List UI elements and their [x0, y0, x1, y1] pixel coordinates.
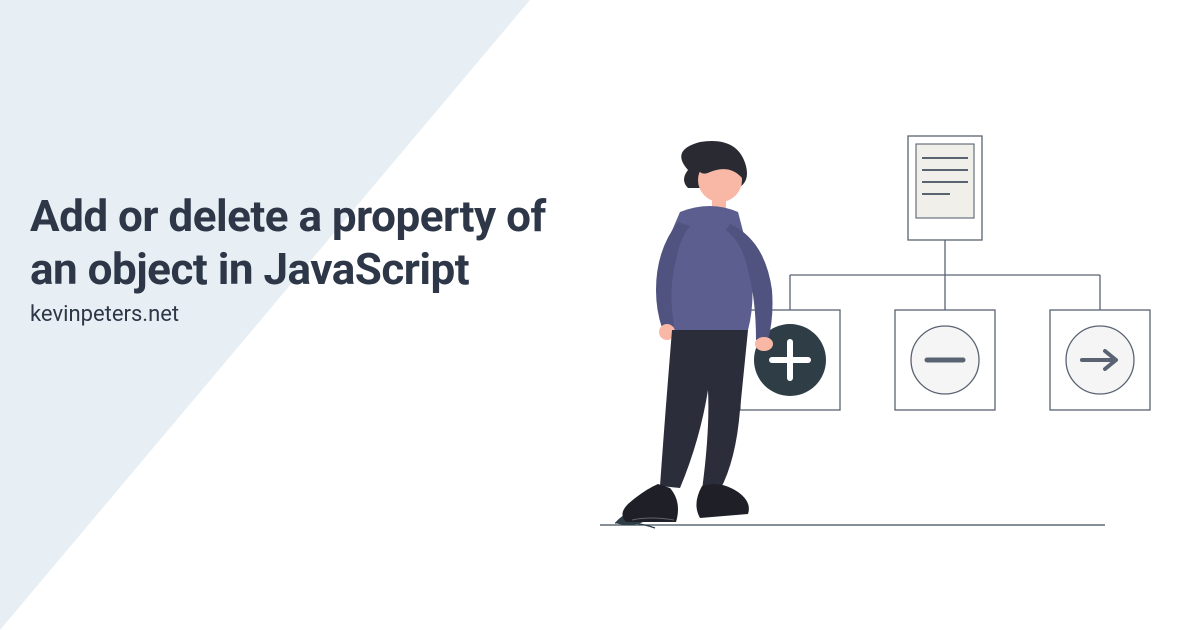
tree-diagram: [740, 136, 1150, 410]
site-name: kevinpeters.net: [30, 302, 595, 327]
headline-block: Add or delete a property of an object in…: [30, 190, 595, 327]
document-icon: [908, 136, 982, 240]
hero-illustration: [560, 130, 1180, 560]
tree-node-plus: [740, 310, 840, 410]
page-title: Add or delete a property of an object in…: [30, 190, 595, 296]
tree-node-minus: [895, 310, 995, 410]
tree-node-arrow: [1050, 310, 1150, 410]
